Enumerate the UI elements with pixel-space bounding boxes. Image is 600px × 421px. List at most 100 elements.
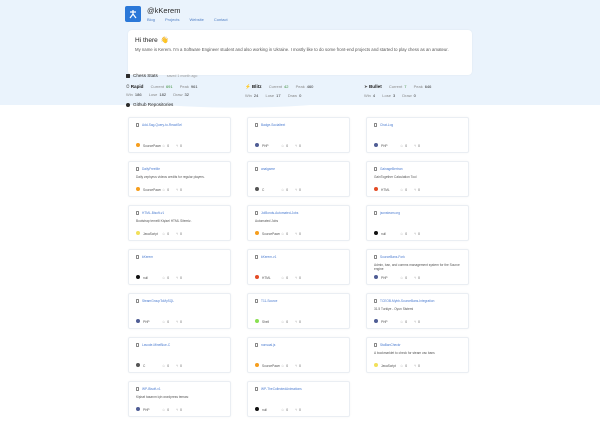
repo-title-link[interactable]: analgame [255,167,275,171]
repo-forks[interactable]: ⑂ 0 [176,408,190,412]
repo-name[interactable]: DailyFreeMe [142,167,160,171]
repo-forks[interactable]: ⑂ 0 [414,320,428,324]
repo-title-link[interactable]: TCEOB-Mybb-SourceBans-Integration [374,299,434,303]
nav-projects[interactable]: Projects [165,17,179,22]
repo-name[interactable]: analgame [261,167,275,171]
repo-name[interactable]: Lavode-MineBlue-C [142,343,170,347]
repo-stars[interactable]: ☆ 0 [281,144,295,148]
repo-stars[interactable]: ☆ 0 [162,276,176,280]
repo-title-link[interactable]: kKerem [136,255,153,259]
repo-card[interactable]: TCEOB-Mybb-SourceBans-Integration 31.5 Tu… [366,293,469,329]
repo-stars[interactable]: ☆ 0 [162,232,176,236]
repo-name[interactable]: HTML-Bisoft-v1 [142,211,164,215]
nav-contact[interactable]: Contact [214,17,228,22]
repo-title-link[interactable]: Lavode-MineBlue-C [136,343,170,347]
repo-name[interactable]: JolBonds-Automated-Jobs [261,211,298,215]
repo-forks[interactable]: ⑂ 0 [295,364,309,368]
repo-title-link[interactable]: kKerem-v1 [255,255,276,259]
repo-name[interactable]: SteamGroupToMySQL [142,299,174,303]
repo-card[interactable]: GainageBertran GainTogether Calculation T… [366,161,469,197]
repo-name[interactable]: TCEOB-Mybb-SourceBans-Integration [380,299,434,303]
repo-forks[interactable]: ⑂ 0 [176,188,190,192]
repo-stars[interactable]: ☆ 0 [162,188,176,192]
repo-title-link[interactable]: HTML-Bisoft-v1 [136,211,164,215]
repo-stars[interactable]: ☆ 0 [400,320,414,324]
repo-name[interactable]: T11-Source [261,299,277,303]
repo-name[interactable]: kKerem [142,255,153,259]
repo-name[interactable]: WP-Bisoft-v1 [142,387,161,391]
repo-forks[interactable]: ⑂ 0 [176,276,190,280]
repo-card[interactable]: StaBanCheckr A bookmarklet to check for s… [366,337,469,373]
repo-stars[interactable]: ☆ 0 [400,188,414,192]
nav-blog[interactable]: Blog [147,17,155,22]
repo-card[interactable]: nonsual.js SourcePawn ☆ 0 ⑂ 0 [247,337,350,373]
repo-name[interactable]: nonsual.js [261,343,275,347]
repo-forks[interactable]: ⑂ 0 [295,232,309,236]
repo-forks[interactable]: ⑂ 0 [176,320,190,324]
repo-card[interactable]: WP-Bisoft-v1 Kişisel tasarım için wordpre… [128,381,231,417]
repo-title-link[interactable]: WP-Bisoft-v1 [136,387,161,391]
repo-title-link[interactable]: nonsual.js [255,343,275,347]
repo-forks[interactable]: ⑂ 0 [176,232,190,236]
repo-title-link[interactable]: Add-Sag-Query-to-ReactSel [136,123,182,127]
repo-title-link[interactable]: WP-TheCollectedAnimations [255,387,302,391]
repo-title-link[interactable]: jsonsteam.org [374,211,400,215]
repo-stars[interactable]: ☆ 0 [281,364,295,368]
repo-title-link[interactable]: Chat-Log [374,123,393,127]
repo-stars[interactable]: ☆ 0 [162,320,176,324]
repo-name[interactable]: SourceBans-Fork [380,255,405,259]
repo-title-link[interactable]: StaBanCheckr [374,343,401,347]
repo-card[interactable]: kKerem-v1 HTML ☆ 0 ⑂ 0 [247,249,350,285]
repo-stars[interactable]: ☆ 0 [281,188,295,192]
repo-stars[interactable]: ☆ 0 [162,364,176,368]
repo-forks[interactable]: ⑂ 0 [295,276,309,280]
repo-stars[interactable]: ☆ 0 [400,276,414,280]
repo-name[interactable]: kKerem-v1 [261,255,276,259]
repo-title-link[interactable]: DailyFreeMe [136,167,160,171]
repo-stars[interactable]: ☆ 0 [162,408,176,412]
repo-name[interactable]: StaBanCheckr [380,343,401,347]
logo-icon[interactable] [125,6,141,22]
repo-card[interactable]: kKerem null ☆ 0 ⑂ 0 [128,249,231,285]
repo-card[interactable]: Lavode-MineBlue-C C ☆ 0 ⑂ 0 [128,337,231,373]
repo-forks[interactable]: ⑂ 0 [295,188,309,192]
repo-card[interactable]: Badge-Socialtext PHP ☆ 0 ⑂ 0 [247,117,350,153]
repo-card[interactable]: HTML-Bisoft-v1 Bootstrap temelli Kişisel … [128,205,231,241]
repo-forks[interactable]: ⑂ 0 [176,144,190,148]
repo-stars[interactable]: ☆ 0 [400,144,414,148]
repo-forks[interactable]: ⑂ 0 [295,144,309,148]
repo-forks[interactable]: ⑂ 0 [295,408,309,412]
repo-stars[interactable]: ☆ 0 [400,232,414,236]
repo-title-link[interactable]: SteamGroupToMySQL [136,299,174,303]
repo-stars[interactable]: ☆ 0 [162,144,176,148]
repo-card[interactable]: jsonsteam.org null ☆ 0 ⑂ 0 [366,205,469,241]
repo-card[interactable]: analgame C ☆ 0 ⑂ 0 [247,161,350,197]
repo-forks[interactable]: ⑂ 0 [414,144,428,148]
repo-forks[interactable]: ⑂ 0 [176,364,190,368]
nav-website[interactable]: Website [189,17,203,22]
repo-stars[interactable]: ☆ 0 [400,364,414,368]
repo-forks[interactable]: ⑂ 0 [414,232,428,236]
repo-forks[interactable]: ⑂ 0 [414,364,428,368]
repo-forks[interactable]: ⑂ 0 [414,188,428,192]
repo-card[interactable]: T11-Source Shell ☆ 0 ⑂ 0 [247,293,350,329]
repo-name[interactable]: Badge-Socialtext [261,123,285,127]
repo-stars[interactable]: ☆ 0 [281,276,295,280]
repo-stars[interactable]: ☆ 0 [281,408,295,412]
repo-card[interactable]: DailyFreeMe Daily zephyrus videos credits… [128,161,231,197]
repo-stars[interactable]: ☆ 0 [281,320,295,324]
repo-card[interactable]: SourceBans-Fork Admin, ban, and comms man… [366,249,469,285]
repo-title-link[interactable]: JolBonds-Automated-Jobs [255,211,298,215]
repo-name[interactable]: Chat-Log [380,123,393,127]
repo-card[interactable]: Add-Sag-Query-to-ReactSel SourcePawn ☆ 0 ⑂ 0 [128,117,231,153]
repo-title-link[interactable]: SourceBans-Fork [374,255,405,259]
repo-title-link[interactable]: T11-Source [255,299,277,303]
repo-card[interactable]: JolBonds-Automated-Jobs Automated Jobs Sou… [247,205,350,241]
repo-card[interactable]: Chat-Log PHP ☆ 0 ⑂ 0 [366,117,469,153]
repo-title-link[interactable]: Badge-Socialtext [255,123,285,127]
repo-name[interactable]: jsonsteam.org [380,211,400,215]
repo-name[interactable]: WP-TheCollectedAnimations [261,387,302,391]
repo-stars[interactable]: ☆ 0 [281,232,295,236]
repo-name[interactable]: GainageBertran [380,167,403,171]
repo-title-link[interactable]: GainageBertran [374,167,403,171]
